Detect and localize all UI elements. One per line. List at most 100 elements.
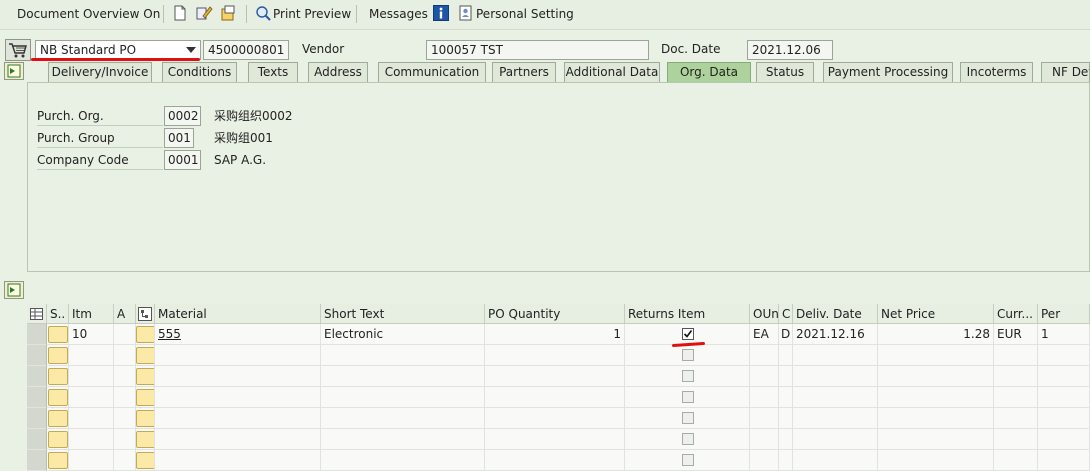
material-input[interactable]	[136, 431, 154, 448]
tab-payment-processing[interactable]: Payment Processing	[823, 62, 953, 82]
table-cell[interactable]	[69, 450, 114, 471]
document-overview-button[interactable]: Document Overview On	[17, 5, 160, 23]
vendor-field[interactable]: 100057 TST	[426, 40, 649, 60]
account-cell[interactable]	[114, 324, 136, 345]
table-cell[interactable]	[155, 429, 321, 450]
tab-conditions[interactable]: Conditions	[162, 62, 237, 82]
table-cell[interactable]	[793, 450, 878, 471]
table-row[interactable]	[27, 408, 1090, 429]
table-row[interactable]	[27, 429, 1090, 450]
table-cell[interactable]	[485, 387, 625, 408]
col-header-material-icon[interactable]	[136, 304, 155, 324]
table-cell[interactable]	[114, 366, 136, 387]
table-cell[interactable]	[321, 429, 485, 450]
table-cell[interactable]	[994, 387, 1038, 408]
table-cell[interactable]	[750, 387, 779, 408]
document-type-select[interactable]: NB Standard PO	[35, 40, 201, 60]
table-cell[interactable]	[69, 387, 114, 408]
table-cell[interactable]	[750, 345, 779, 366]
table-cell[interactable]	[155, 450, 321, 471]
returns-item-checkbox[interactable]	[682, 454, 694, 466]
tab-status[interactable]: Status	[756, 62, 814, 82]
table-cell[interactable]	[625, 450, 750, 471]
material-input[interactable]	[136, 368, 154, 385]
table-cell[interactable]	[750, 366, 779, 387]
print-preview-button[interactable]: Print Preview	[273, 5, 351, 23]
table-cell[interactable]	[485, 408, 625, 429]
table-cell[interactable]	[136, 345, 155, 366]
table-cell[interactable]	[114, 387, 136, 408]
table-cell[interactable]	[793, 387, 878, 408]
col-header-short-text[interactable]: Short Text	[321, 304, 485, 324]
table-cell[interactable]	[994, 408, 1038, 429]
table-cell[interactable]	[136, 408, 155, 429]
table-row[interactable]	[27, 345, 1090, 366]
returns-item-checkbox[interactable]	[682, 349, 694, 361]
table-cell[interactable]	[1038, 387, 1090, 408]
table-cell[interactable]	[47, 450, 69, 471]
table-cell[interactable]	[321, 345, 485, 366]
row-selector[interactable]	[27, 345, 47, 366]
table-cell[interactable]	[485, 450, 625, 471]
returns-item-checkbox[interactable]	[682, 391, 694, 403]
other-document-icon[interactable]	[219, 4, 237, 22]
table-cell[interactable]	[779, 429, 793, 450]
table-cell[interactable]	[878, 429, 994, 450]
table-cell[interactable]	[994, 345, 1038, 366]
table-cell[interactable]	[47, 429, 69, 450]
tab-incoterms[interactable]: Incoterms	[960, 62, 1033, 82]
table-cell[interactable]	[485, 366, 625, 387]
display-change-icon[interactable]	[195, 4, 213, 22]
col-header-net-price[interactable]: Net Price	[878, 304, 994, 324]
table-cell[interactable]	[155, 408, 321, 429]
row-selector[interactable]	[27, 324, 47, 345]
po-quantity-cell[interactable]: 1	[485, 324, 625, 345]
new-document-icon[interactable]	[171, 4, 189, 22]
po-number-field[interactable]: 4500000801	[203, 40, 289, 60]
row-selector[interactable]	[27, 429, 47, 450]
material-cell[interactable]: 555	[155, 324, 321, 345]
table-cell[interactable]	[1038, 429, 1090, 450]
dropdown-arrow-icon[interactable]	[186, 47, 196, 53]
table-cell[interactable]	[878, 450, 994, 471]
table-cell[interactable]	[321, 450, 485, 471]
table-cell[interactable]	[47, 366, 69, 387]
order-unit-cell[interactable]: EA	[750, 324, 779, 345]
col-header-per[interactable]: Per	[1038, 304, 1090, 324]
material-input[interactable]	[136, 452, 154, 469]
row-selector[interactable]	[27, 450, 47, 471]
col-header-account[interactable]: A	[114, 304, 136, 324]
table-cell[interactable]	[69, 429, 114, 450]
status-input[interactable]	[48, 347, 68, 364]
table-cell[interactable]	[793, 366, 878, 387]
returns-item-checkbox[interactable]	[682, 328, 694, 340]
short-text-cell[interactable]: Electronic	[321, 324, 485, 345]
purch-group-field[interactable]: 001	[164, 128, 194, 148]
status-input[interactable]	[48, 431, 68, 448]
status-input[interactable]	[48, 326, 68, 343]
table-cell[interactable]	[779, 450, 793, 471]
personal-setting-button[interactable]: Personal Setting	[476, 5, 574, 23]
personal-setting-icon[interactable]	[457, 4, 475, 22]
table-cell[interactable]	[1038, 345, 1090, 366]
col-header-deliv-date[interactable]: Deliv. Date	[793, 304, 878, 324]
col-header-returns-item[interactable]: Returns Item	[625, 304, 750, 324]
table-cell[interactable]	[114, 450, 136, 471]
table-cell[interactable]	[485, 429, 625, 450]
table-cell[interactable]	[779, 408, 793, 429]
deliv-date-cell[interactable]: 2021.12.16	[793, 324, 878, 345]
col-header-material[interactable]: Material	[155, 304, 321, 324]
tab-org-data[interactable]: Org. Data	[667, 62, 751, 82]
col-header-item[interactable]: Itm	[69, 304, 114, 324]
material-input[interactable]	[136, 389, 154, 406]
table-cell[interactable]	[994, 429, 1038, 450]
returns-item-checkbox[interactable]	[682, 433, 694, 445]
table-cell[interactable]	[114, 345, 136, 366]
table-row[interactable]: 10 555 Electronic 1 EA D 2021.12.16 1.28…	[27, 324, 1090, 345]
item-cell[interactable]: 10	[69, 324, 114, 345]
table-cell[interactable]	[625, 408, 750, 429]
table-row[interactable]	[27, 450, 1090, 471]
net-price-cell[interactable]: 1.28	[878, 324, 994, 345]
table-cell[interactable]	[878, 345, 994, 366]
status-input[interactable]	[48, 452, 68, 469]
